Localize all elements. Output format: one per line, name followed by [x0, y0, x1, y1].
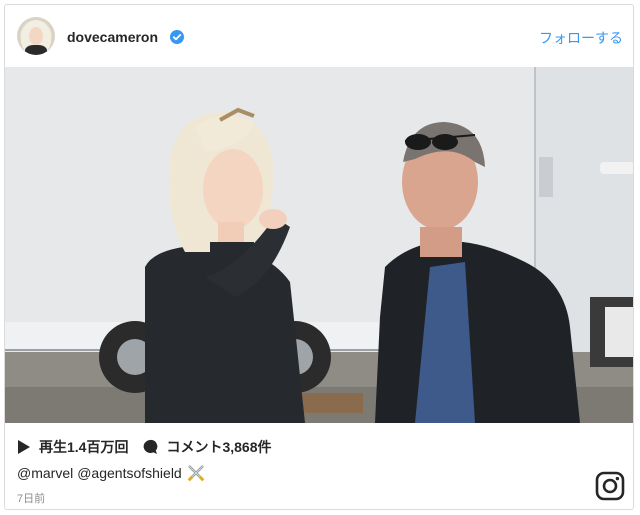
avatar[interactable]: [17, 17, 55, 55]
video-frame: [5, 67, 633, 423]
instagram-embed-card: dovecameron フォローする 再生1.4百万回 コメント3,868件 @…: [4, 4, 634, 510]
play-icon: [18, 440, 30, 454]
comments-stat[interactable]: コメント3,868件: [142, 437, 272, 457]
post-video[interactable]: [5, 67, 633, 423]
views-count: 再生1.4百万回: [39, 439, 129, 455]
post-caption: @marvel @agentsofshield: [17, 464, 206, 482]
comment-bubble-icon: [144, 439, 158, 454]
crossed-swords-emoji-icon: [187, 465, 205, 482]
mention-agentsofshield-link[interactable]: @agentsofshield: [77, 465, 182, 481]
views-stat[interactable]: 再生1.4百万回: [17, 437, 128, 457]
post-stats: 再生1.4百万回 コメント3,868件: [17, 437, 286, 457]
follow-button[interactable]: フォローする: [539, 28, 623, 48]
verified-badge-icon: [170, 30, 184, 44]
username[interactable]: dovecameron: [67, 29, 158, 45]
post-header: dovecameron フォローする: [5, 5, 633, 67]
post-timestamp: 7日前: [17, 493, 46, 505]
instagram-logo-icon[interactable]: [595, 471, 625, 501]
comments-count: コメント3,868件: [166, 439, 272, 455]
mention-marvel-link[interactable]: @marvel: [17, 465, 73, 481]
